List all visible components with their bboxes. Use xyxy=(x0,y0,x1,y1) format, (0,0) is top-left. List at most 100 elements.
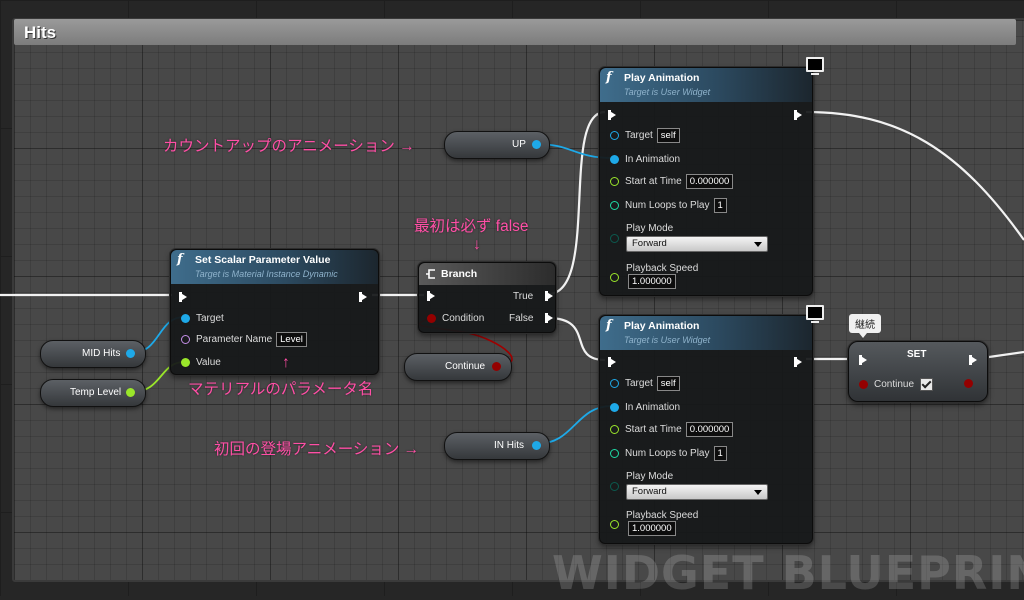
play-mode-dropdown[interactable]: Forward xyxy=(626,484,768,500)
object-pin-icon[interactable] xyxy=(610,402,619,412)
node-header[interactable]: f Play Animation Target is User Widget xyxy=(600,316,812,350)
exec-out-pin[interactable] xyxy=(359,290,367,304)
mid-hits-variable-node[interactable]: MID Hits xyxy=(40,340,146,368)
annotation-first-false-arrow: ↓ xyxy=(473,236,481,253)
playback-speed-pin[interactable] xyxy=(610,270,619,284)
continue-variable-node[interactable]: Continue xyxy=(404,353,512,381)
num-loops-input[interactable]: 1 xyxy=(713,445,727,461)
in-hits-variable-node[interactable]: IN Hits xyxy=(444,432,550,460)
float-pin-icon[interactable] xyxy=(610,519,619,529)
continue-pin-row[interactable]: Continue xyxy=(859,377,934,391)
object-pin-icon[interactable] xyxy=(610,154,619,164)
exec-in-pin[interactable] xyxy=(179,290,187,304)
exec-wire-false-play2 xyxy=(547,316,606,362)
float-pin-icon[interactable] xyxy=(610,272,619,282)
exec-arrow-icon xyxy=(608,110,616,120)
pin-label: In Animation xyxy=(625,401,681,413)
exec-in-pin[interactable] xyxy=(608,355,616,369)
bool-pin-icon[interactable] xyxy=(492,362,501,371)
condition-pin-row[interactable]: Condition xyxy=(427,311,484,325)
pin-label: Target xyxy=(625,377,653,389)
up-variable-node[interactable]: UP xyxy=(444,131,550,159)
target-pin-row[interactable]: Target self xyxy=(610,375,680,391)
object-pin-icon[interactable] xyxy=(181,313,190,323)
exec-arrow-icon xyxy=(794,110,802,120)
node-header[interactable]: f Set Scalar Parameter Value Target is M… xyxy=(171,250,378,284)
exec-arrow-icon xyxy=(427,291,435,301)
node-title: SET xyxy=(907,349,927,360)
num-loops-input[interactable]: 1 xyxy=(713,197,727,213)
continue-checkbox[interactable] xyxy=(920,377,934,391)
target-pin-row[interactable]: Target self xyxy=(610,127,680,143)
node-header[interactable]: f Play Animation Target is User Widget xyxy=(600,68,812,102)
exec-arrow-icon xyxy=(859,355,867,365)
byte-pin-icon[interactable] xyxy=(610,233,619,243)
exec-in-pin[interactable] xyxy=(427,289,435,303)
start-at-time-input[interactable]: 0.000000 xyxy=(685,173,734,189)
pin-label: Parameter Name xyxy=(196,333,273,345)
target-pin-row[interactable]: Target xyxy=(181,311,224,325)
exec-out-pin[interactable] xyxy=(794,355,802,369)
exec-out-pin[interactable] xyxy=(794,108,802,122)
object-pin-icon[interactable] xyxy=(126,349,135,358)
node-subtitle: Target is User Widget xyxy=(624,87,711,97)
exec-arrow-icon xyxy=(179,292,187,302)
float-pin-icon[interactable] xyxy=(610,424,619,434)
set-continue-node[interactable]: SET Continue xyxy=(848,341,988,402)
playback-speed-pin[interactable] xyxy=(610,517,619,531)
pin-label: Target xyxy=(196,312,224,324)
branch-node[interactable]: Branch True Condition False xyxy=(418,262,556,333)
float-pin-icon[interactable] xyxy=(126,388,135,397)
chevron-down-icon xyxy=(754,242,762,247)
exec-in-pin[interactable] xyxy=(859,353,867,367)
annotation-first-false: 最初は必ず false xyxy=(414,218,529,235)
parameter-name-input[interactable]: Level xyxy=(276,331,307,347)
bool-pin-icon[interactable] xyxy=(859,379,868,389)
in-animation-pin-row[interactable]: In Animation xyxy=(610,400,680,414)
value-pin-row[interactable]: Value xyxy=(181,355,221,369)
object-pin-icon[interactable] xyxy=(610,130,619,140)
node-title: Branch xyxy=(441,268,478,280)
start-at-time-input[interactable]: 0.000000 xyxy=(685,421,734,437)
playback-speed-label: Playback Speed xyxy=(626,510,699,521)
parameter-name-pin-row[interactable]: Parameter Name Level xyxy=(181,331,307,347)
object-pin-icon[interactable] xyxy=(532,441,541,450)
start-at-time-pin-row[interactable]: Start at Time 0.000000 xyxy=(610,173,734,189)
num-loops-pin-row[interactable]: Num Loops to Play 1 xyxy=(610,197,727,213)
start-at-time-pin-row[interactable]: Start at Time 0.000000 xyxy=(610,421,734,437)
set-scalar-parameter-node[interactable]: f Set Scalar Parameter Value Target is M… xyxy=(170,249,379,375)
variable-label: MID Hits xyxy=(82,348,121,359)
byte-pin-icon[interactable] xyxy=(610,481,619,491)
playback-speed-input[interactable]: 1.000000 xyxy=(628,274,676,289)
int-pin-icon[interactable] xyxy=(610,448,619,458)
target-input[interactable]: self xyxy=(656,375,680,391)
play-mode-pin[interactable] xyxy=(610,231,619,245)
in-animation-pin-row[interactable]: In Animation xyxy=(610,152,680,166)
playback-speed-input[interactable]: 1.000000 xyxy=(628,521,676,536)
target-input[interactable]: self xyxy=(656,127,680,143)
bool-pin-icon[interactable] xyxy=(427,313,436,323)
int-pin-icon[interactable] xyxy=(610,200,619,210)
num-loops-pin-row[interactable]: Num Loops to Play 1 xyxy=(610,445,727,461)
variable-label: Continue xyxy=(445,361,486,372)
object-pin-icon[interactable] xyxy=(610,378,619,388)
name-pin-icon[interactable] xyxy=(181,334,190,344)
exec-in-pin[interactable] xyxy=(608,108,616,122)
exec-arrow-icon xyxy=(969,355,977,365)
exec-wire-true-play1 xyxy=(547,110,606,296)
play-mode-pin[interactable] xyxy=(610,479,619,493)
object-pin-icon[interactable] xyxy=(532,140,541,149)
true-exec-pin[interactable]: True xyxy=(513,289,554,303)
exec-arrow-icon xyxy=(545,291,554,301)
play-animation-node-2[interactable]: f Play Animation Target is User Widget T… xyxy=(599,315,813,544)
play-animation-node-1[interactable]: f Play Animation Target is User Widget T… xyxy=(599,67,813,296)
float-pin-icon[interactable] xyxy=(181,357,190,367)
false-exec-pin[interactable]: False xyxy=(509,311,554,325)
node-header[interactable]: Branch xyxy=(419,263,555,285)
play-mode-dropdown[interactable]: Forward xyxy=(626,236,768,252)
temp-level-variable-node[interactable]: Temp Level xyxy=(40,379,146,407)
pin-label: In Animation xyxy=(625,153,681,165)
exec-out-pin[interactable] xyxy=(969,353,977,367)
float-pin-icon[interactable] xyxy=(610,176,619,186)
bool-out-pin-icon[interactable] xyxy=(964,379,973,388)
